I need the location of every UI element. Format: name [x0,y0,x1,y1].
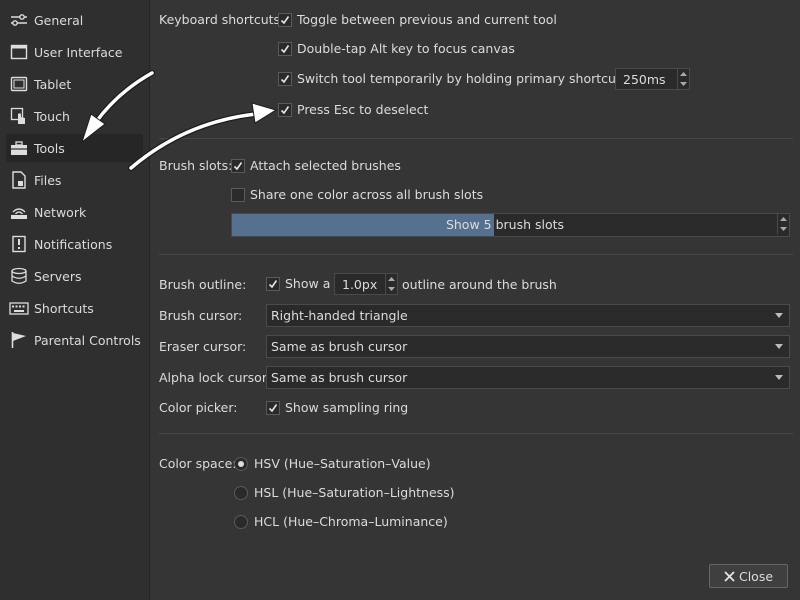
annotation-arrow [81,70,155,144]
annotation-arrow [128,102,278,171]
annotation-arrows [81,70,278,171]
